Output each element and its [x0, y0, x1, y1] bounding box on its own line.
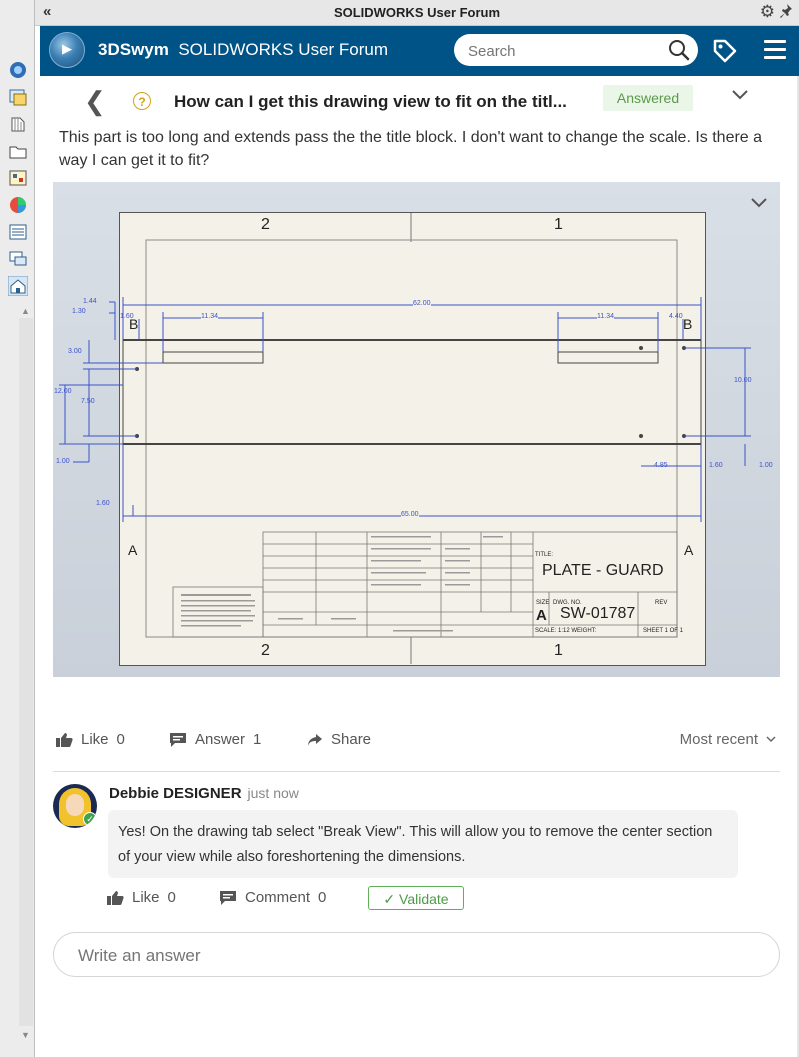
question-body: This part is too long and extends pass t…	[59, 129, 763, 169]
sort-dropdown[interactable]: Most recent	[680, 731, 776, 748]
drawing-lines	[59, 213, 751, 664]
dimension-label: 1.00	[759, 462, 773, 469]
view-palette-icon[interactable]	[8, 141, 28, 161]
answer-button[interactable]: Answer 1	[169, 731, 261, 748]
dimension-label: 1.44	[83, 298, 97, 305]
solidworks-resources-icon[interactable]	[8, 60, 28, 80]
chat-icon[interactable]	[8, 249, 28, 269]
dimension-label: 1.60	[96, 500, 110, 507]
window-titlebar: « SOLIDWORKS User Forum ⚙	[35, 0, 799, 26]
forum-icon[interactable]	[8, 222, 28, 242]
answer-input[interactable]	[76, 944, 740, 968]
answer-compose-box[interactable]	[53, 932, 780, 977]
answer-time: just now	[247, 785, 299, 801]
scroll-down-icon[interactable]: ▼	[21, 1030, 30, 1040]
title-block-label: SIZE	[536, 600, 550, 606]
dimension-label: 10.00	[734, 377, 752, 384]
dimension-label: 1.60	[120, 313, 134, 320]
file-explorer-icon[interactable]	[8, 114, 28, 134]
checkmark-icon: ✓	[383, 891, 396, 907]
zone-label: 2	[261, 642, 270, 659]
title-block-label: TITLE:	[535, 552, 554, 558]
menu-icon[interactable]	[764, 40, 786, 60]
verified-check-icon: ✓	[83, 812, 97, 826]
design-library-icon[interactable]	[8, 87, 28, 107]
section-label: B	[683, 316, 693, 332]
sheet-label: SHEET 1 OF 1	[643, 628, 683, 634]
divider	[53, 771, 780, 772]
zone-label: 1	[554, 642, 563, 659]
task-pane-strip: ▲ ▼	[0, 0, 35, 1057]
thumbs-up-icon	[107, 890, 124, 905]
question-actions: Like 0 Answer 1 Share Most recent	[53, 728, 780, 752]
comment-icon	[220, 890, 236, 905]
brand-title: 3DSwym SOLIDWORKS User Forum	[98, 40, 389, 59]
tag-icon[interactable]	[712, 38, 738, 64]
row-label: A	[684, 542, 694, 558]
zone-label: 2	[261, 216, 270, 233]
title-block-label: REV	[655, 600, 668, 606]
pin-icon[interactable]	[779, 3, 793, 19]
drawing-image[interactable]: 2 1 2 1 A A B B 62.00 65.00 11.34 11.34 …	[53, 182, 780, 677]
dimension-label: 62.00	[413, 300, 431, 307]
comment-icon	[170, 732, 186, 747]
dimension-label: 11.34	[597, 313, 614, 320]
scroll-up-icon[interactable]: ▲	[21, 306, 30, 316]
dimension-label: 1.00	[56, 458, 70, 465]
answer-actions: Like 0 Comment 0 ✓ Validate	[106, 886, 526, 912]
chevron-down-icon	[766, 736, 776, 743]
search-input[interactable]	[466, 40, 660, 62]
author-name[interactable]: Debbie DESIGNER	[109, 785, 242, 802]
drawing-number: SW-01787	[560, 605, 636, 622]
search-box[interactable]	[454, 34, 698, 66]
scale-label: SCALE: 1:12 WEIGHT:	[535, 628, 597, 634]
status-badge: Answered	[603, 85, 693, 111]
answer-author: Debbie DESIGNER just now	[109, 785, 299, 802]
back-chevron-icon[interactable]: ❮	[84, 86, 106, 117]
share-button[interactable]: Share	[307, 731, 371, 748]
row-label: A	[128, 542, 138, 558]
thumbs-up-icon	[56, 732, 73, 747]
dimension-label: 7.50	[81, 398, 95, 405]
dimension-label: 12.00	[54, 388, 72, 395]
home-icon[interactable]	[8, 276, 28, 296]
question-icon: ?	[133, 92, 151, 110]
share-icon	[308, 733, 322, 746]
validate-button[interactable]: ✓ Validate	[368, 886, 464, 910]
dimension-label: 1.30	[72, 308, 86, 315]
custom-properties-icon[interactable]	[8, 195, 28, 215]
answer-text: Yes! On the drawing tab select "Break Vi…	[118, 824, 713, 865]
dimension-label: 11.34	[201, 313, 218, 320]
dimension-label: 4.40	[669, 313, 683, 320]
dimension-label: 1.60	[709, 462, 723, 469]
sheet-size: A	[536, 607, 547, 624]
gear-icon[interactable]: ⚙	[760, 2, 775, 22]
avatar[interactable]: ✓	[53, 784, 97, 828]
comment-button[interactable]: Comment 0	[219, 889, 326, 906]
answer-bubble: Yes! On the drawing tab select "Break Vi…	[108, 810, 738, 878]
zone-label: 1	[554, 216, 563, 233]
dimension-label: 65.00	[401, 511, 419, 518]
window-title: SOLIDWORKS User Forum	[333, 5, 501, 20]
3dswym-logo[interactable]	[49, 32, 85, 68]
question-header: ❮ ? How can I get this drawing view to f…	[40, 76, 799, 124]
appearances-icon[interactable]	[8, 168, 28, 188]
dimension-label: 3.00	[68, 348, 82, 355]
dimension-label: 4.85	[654, 462, 668, 469]
app-header: 3DSwym SOLIDWORKS User Forum	[40, 26, 799, 76]
chevron-down-icon[interactable]	[732, 90, 748, 100]
search-icon[interactable]	[668, 39, 690, 61]
like-button[interactable]: Like 0	[55, 731, 125, 748]
chevron-down-icon[interactable]	[751, 198, 767, 208]
task-pane-scrollbar[interactable]	[19, 318, 33, 1026]
part-title: PLATE - GUARD	[542, 562, 664, 579]
question-title: How can I get this drawing view to fit o…	[174, 92, 567, 111]
like-button[interactable]: Like 0	[106, 889, 176, 906]
